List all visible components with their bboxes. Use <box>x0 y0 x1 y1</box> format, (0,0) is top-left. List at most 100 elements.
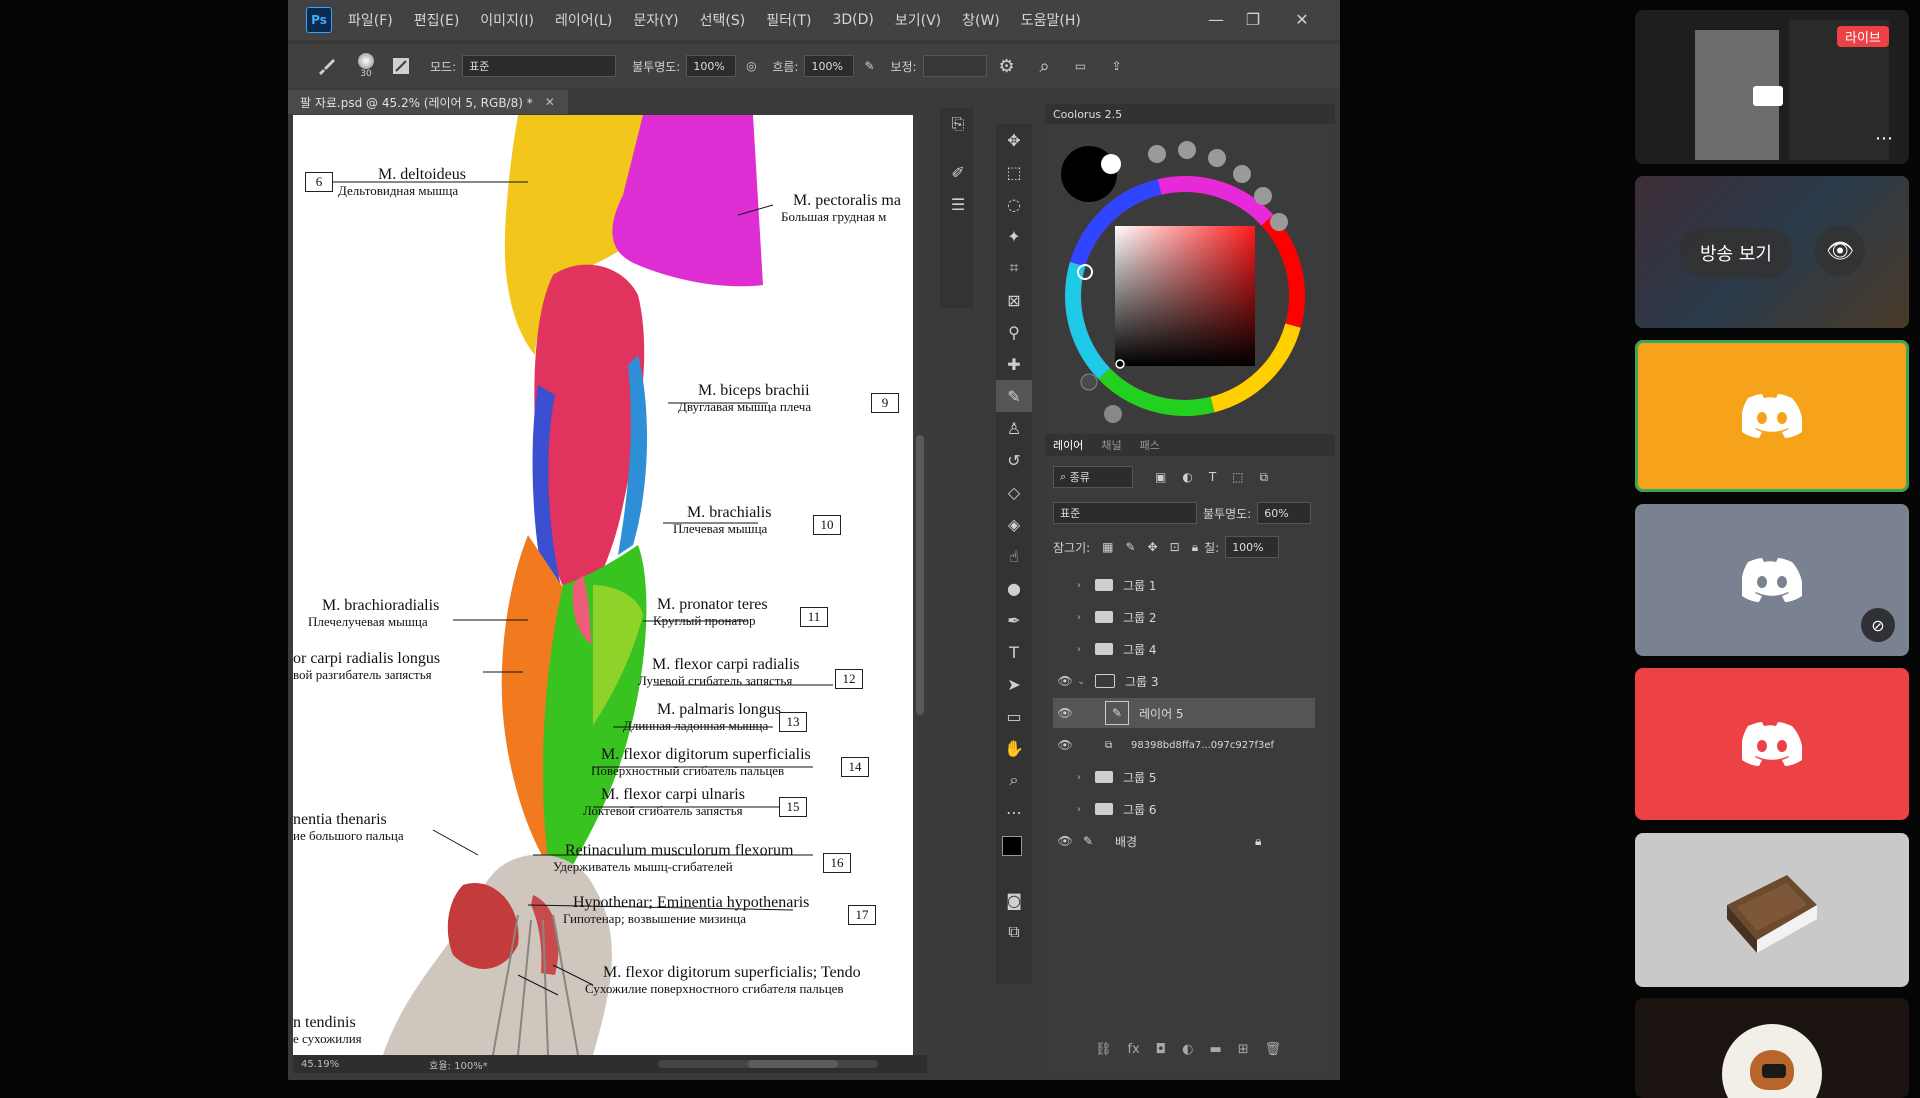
close-tab-icon[interactable]: ✕ <box>545 95 555 109</box>
color-wheel[interactable] <box>1045 124 1335 434</box>
menu-layer[interactable]: 레이어(L) <box>555 10 612 30</box>
eraser-icon[interactable]: ◇ <box>996 476 1032 508</box>
brush-size-preset[interactable]: 30 <box>346 53 386 79</box>
workspace-icon[interactable]: ▭ <box>1063 59 1099 73</box>
filter-adjustment-icon[interactable]: ◐ <box>1182 470 1192 484</box>
watch-stream-button[interactable]: 방송 보기 <box>1680 228 1792 278</box>
participant-tile-muted[interactable]: ⊘ <box>1635 504 1909 656</box>
more-options-icon[interactable]: ⋯ <box>1875 128 1893 149</box>
scroll-thumb[interactable] <box>916 435 924 715</box>
path-selection-icon[interactable]: ➤ <box>996 668 1032 700</box>
quick-mask-icon[interactable]: ◙ <box>996 884 1032 916</box>
airbrush-icon[interactable]: ✎ <box>854 59 884 73</box>
document-canvas[interactable]: 6 M. deltoideus Дельтовидная мышца M. pe… <box>293 115 913 1055</box>
mode-select[interactable]: 표준 <box>462 55 617 77</box>
lock-pixels-icon[interactable]: ✎ <box>1126 540 1136 554</box>
layer-row-smart-object[interactable]: 👁︎ ⧉ 98398bd8ffa7...097c927f3ef <box>1053 730 1315 760</box>
chevron-right-icon[interactable]: › <box>1077 612 1091 623</box>
chevron-right-icon[interactable]: › <box>1077 804 1091 815</box>
filter-pixel-icon[interactable]: ▣ <box>1155 470 1166 484</box>
filter-smart-icon[interactable]: ⧉ <box>1260 470 1269 485</box>
menu-window[interactable]: 창(W) <box>962 10 1000 30</box>
menu-edit[interactable]: 편집(E) <box>414 10 460 30</box>
lock-position-icon[interactable]: ✥ <box>1148 540 1158 554</box>
fill-input[interactable]: 100% <box>1225 536 1280 558</box>
hand-tool-icon[interactable]: ✋ <box>996 732 1032 764</box>
history-brush-icon[interactable]: ↺ <box>996 444 1032 476</box>
chevron-right-icon[interactable]: › <box>1077 772 1091 783</box>
new-layer-icon[interactable]: ⊞ <box>1238 1042 1249 1057</box>
eye-icon[interactable]: 👁︎ <box>1053 834 1077 848</box>
crop-tool-icon[interactable]: ⌗ <box>996 252 1032 284</box>
menu-view[interactable]: 보기(V) <box>895 10 941 30</box>
zoom-tool-icon[interactable]: ⌕ <box>996 764 1032 796</box>
layer-row-group-1[interactable]: › 그룹 1 <box>1053 570 1315 600</box>
canvas-vertical-scrollbar[interactable] <box>913 115 927 1055</box>
smudge-tool-icon[interactable]: ☝ <box>996 540 1032 572</box>
eye-icon[interactable]: 👁︎ <box>1053 738 1077 752</box>
layer-row-group-3[interactable]: 👁︎ ⌄ 그룹 3 <box>1053 666 1315 696</box>
opacity-input[interactable]: 100% <box>686 55 737 77</box>
link-layers-icon[interactable]: ⛓ <box>1095 1042 1112 1057</box>
pressure-opacity-icon[interactable]: ◎ <box>736 59 766 73</box>
color-swatches[interactable] <box>996 828 1032 884</box>
gear-icon[interactable]: ⚙ <box>987 56 1027 77</box>
foreground-color-swatch[interactable] <box>1002 836 1022 856</box>
menu-file[interactable]: 파일(F) <box>348 10 393 30</box>
menu-3d[interactable]: 3D(D) <box>832 12 873 28</box>
lasso-tool-icon[interactable]: ◌ <box>996 188 1032 220</box>
fx-icon[interactable]: fx <box>1128 1042 1140 1057</box>
dodge-tool-icon[interactable]: ● <box>996 572 1032 604</box>
lock-transparent-icon[interactable]: ▦ <box>1102 540 1113 554</box>
brush-tool-icon[interactable] <box>306 55 346 77</box>
flow-input[interactable]: 100% <box>804 55 855 77</box>
layer-row-group-5[interactable]: › 그룹 5 <box>1053 762 1315 792</box>
chevron-down-icon[interactable]: ⌄ <box>1077 676 1091 687</box>
new-group-icon[interactable]: ▬ <box>1209 1042 1221 1057</box>
smoothing-input[interactable] <box>922 55 987 77</box>
marquee-tool-icon[interactable]: ⬚ <box>996 156 1032 188</box>
status-info[interactable]: 효율: 100%* <box>429 1057 488 1072</box>
magic-wand-icon[interactable]: ✦ <box>996 220 1032 252</box>
participant-tile-book-avatar[interactable] <box>1635 833 1909 987</box>
tab-channels[interactable]: 채널 <box>1101 437 1121 453</box>
tab-layers[interactable]: 레이어 <box>1053 437 1083 453</box>
tab-paths[interactable]: 패스 <box>1140 437 1160 453</box>
healing-brush-icon[interactable]: ✚ <box>996 348 1032 380</box>
chevron-right-icon[interactable]: › <box>1077 644 1091 655</box>
watch-eye-icon[interactable]: 👁︎ <box>1815 226 1865 276</box>
broadcast-tile[interactable]: 방송 보기 👁︎ <box>1635 176 1909 328</box>
layer-opacity-input[interactable]: 60% <box>1257 502 1312 524</box>
share-icon[interactable]: ⇪ <box>1099 59 1135 73</box>
history-icon[interactable]: ⎘ <box>940 108 976 140</box>
brush-settings-icon[interactable] <box>386 56 416 76</box>
menu-type[interactable]: 문자(Y) <box>633 10 678 30</box>
paint-bucket-icon[interactable]: ◈ <box>996 508 1032 540</box>
document-tab[interactable]: 팔 자료.psd @ 45.2% (레이어 5, RGB/8) * ✕ <box>288 90 568 114</box>
more-tools-icon[interactable]: ⋯ <box>996 796 1032 828</box>
brush-presets-icon[interactable]: ✐ <box>940 156 976 188</box>
trash-icon[interactable]: 🗑︎ <box>1265 1042 1282 1057</box>
participant-tile-red[interactable] <box>1635 668 1909 820</box>
eye-icon[interactable]: 👁︎ <box>1053 706 1077 720</box>
eyedropper-icon[interactable]: ⚲ <box>996 316 1032 348</box>
menu-filter[interactable]: 필터(T) <box>766 10 811 30</box>
rectangle-tool-icon[interactable]: ▭ <box>996 700 1032 732</box>
menu-image[interactable]: 이미지(I) <box>480 10 534 30</box>
menu-help[interactable]: 도움말(H) <box>1021 10 1081 30</box>
frame-tool-icon[interactable]: ⊠ <box>996 284 1032 316</box>
lock-all-icon[interactable]: 🔒︎ <box>1192 540 1198 555</box>
add-mask-icon[interactable]: ◘ <box>1156 1042 1166 1057</box>
stamp-tool-icon[interactable]: ♙ <box>996 412 1032 444</box>
screen-mode-icon[interactable]: ⧉ <box>996 916 1032 948</box>
layer-row-group-6[interactable]: › 그룹 6 <box>1053 794 1315 824</box>
stream-preview-tile[interactable]: 라이브 ⋯ <box>1635 10 1909 164</box>
filter-type-icon[interactable]: T <box>1209 470 1216 484</box>
pen-tool-icon[interactable]: ✒ <box>996 604 1032 636</box>
layer-row-layer-5[interactable]: 👁︎ ✎ 레이어 5 <box>1053 698 1315 728</box>
filter-shape-icon[interactable]: ⬚ <box>1232 470 1243 484</box>
zoom-level[interactable]: 45.19% <box>301 1059 339 1070</box>
menu-select[interactable]: 선택(S) <box>700 10 746 30</box>
participant-tile-speaking[interactable] <box>1635 340 1909 492</box>
maximize-button[interactable]: ❐ <box>1235 6 1271 32</box>
